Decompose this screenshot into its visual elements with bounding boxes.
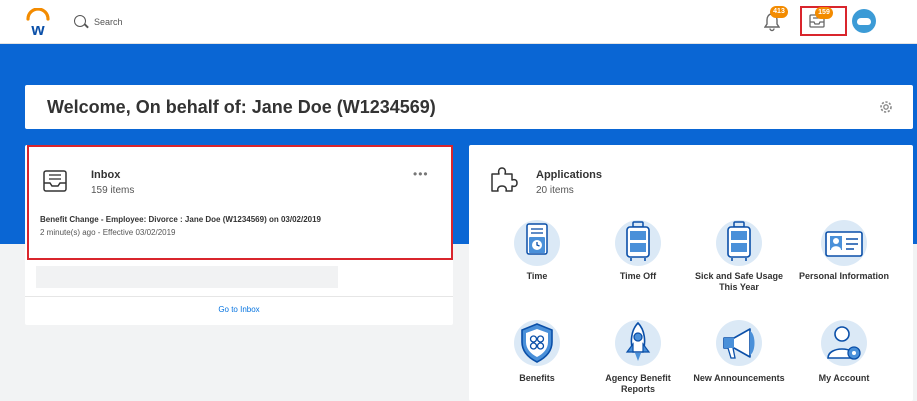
workday-logo[interactable]: w bbox=[24, 7, 52, 39]
suitcase-icon[interactable] bbox=[716, 220, 762, 266]
app-label-time[interactable]: Time bbox=[487, 271, 587, 282]
profile-avatar[interactable] bbox=[852, 9, 876, 33]
inbox-title: Inbox bbox=[91, 169, 121, 181]
app-label-agency-benefit-reports[interactable]: Agency Benefit Reports bbox=[588, 373, 688, 395]
megaphone-icon[interactable] bbox=[716, 320, 762, 366]
puzzle-icon bbox=[489, 164, 519, 194]
rocket-icon[interactable] bbox=[615, 320, 661, 366]
search-icon[interactable] bbox=[74, 15, 86, 27]
clock-icon[interactable] bbox=[514, 220, 560, 266]
inbox-placeholder-row bbox=[36, 266, 338, 288]
app-label-sick-and-safe[interactable]: Sick and Safe Usage This Year bbox=[689, 271, 789, 293]
inbox-badge: 159 bbox=[815, 7, 833, 19]
welcome-title: Welcome, On behalf of: Jane Doe (W123456… bbox=[47, 97, 436, 117]
search-input[interactable] bbox=[94, 13, 294, 31]
logo-letter: w bbox=[30, 20, 45, 38]
card-divider bbox=[25, 296, 453, 297]
applications-title: Applications bbox=[536, 169, 603, 181]
app-label-benefits[interactable]: Benefits bbox=[487, 373, 587, 384]
suitcase-icon[interactable] bbox=[615, 220, 661, 266]
id-card-icon[interactable] bbox=[821, 220, 867, 266]
notifications-badge: 413 bbox=[770, 6, 788, 18]
inbox-task-highlight bbox=[27, 145, 453, 260]
more-options-icon[interactable]: ••• bbox=[413, 168, 429, 180]
go-to-inbox-link[interactable]: Go to Inbox bbox=[25, 305, 453, 314]
inbox-task-title[interactable]: Benefit Change - Employee: Divorce : Jan… bbox=[40, 215, 321, 224]
inbox-card-icon bbox=[42, 167, 68, 193]
person-gear-icon[interactable] bbox=[821, 320, 867, 366]
gear-icon[interactable] bbox=[878, 99, 894, 115]
app-label-my-account[interactable]: My Account bbox=[794, 373, 894, 384]
shield-icon[interactable] bbox=[514, 320, 560, 366]
applications-item-count: 20 items bbox=[536, 185, 574, 196]
app-label-new-announcements[interactable]: New Announcements bbox=[689, 373, 789, 384]
app-label-time-off[interactable]: Time Off bbox=[588, 271, 688, 282]
inbox-task-meta: 2 minute(s) ago - Effective 03/02/2019 bbox=[40, 228, 176, 237]
app-label-personal-information[interactable]: Personal Information bbox=[794, 271, 894, 282]
welcome-card: Welcome, On behalf of: Jane Doe (W123456… bbox=[25, 85, 913, 129]
inbox-item-count: 159 items bbox=[91, 185, 135, 196]
